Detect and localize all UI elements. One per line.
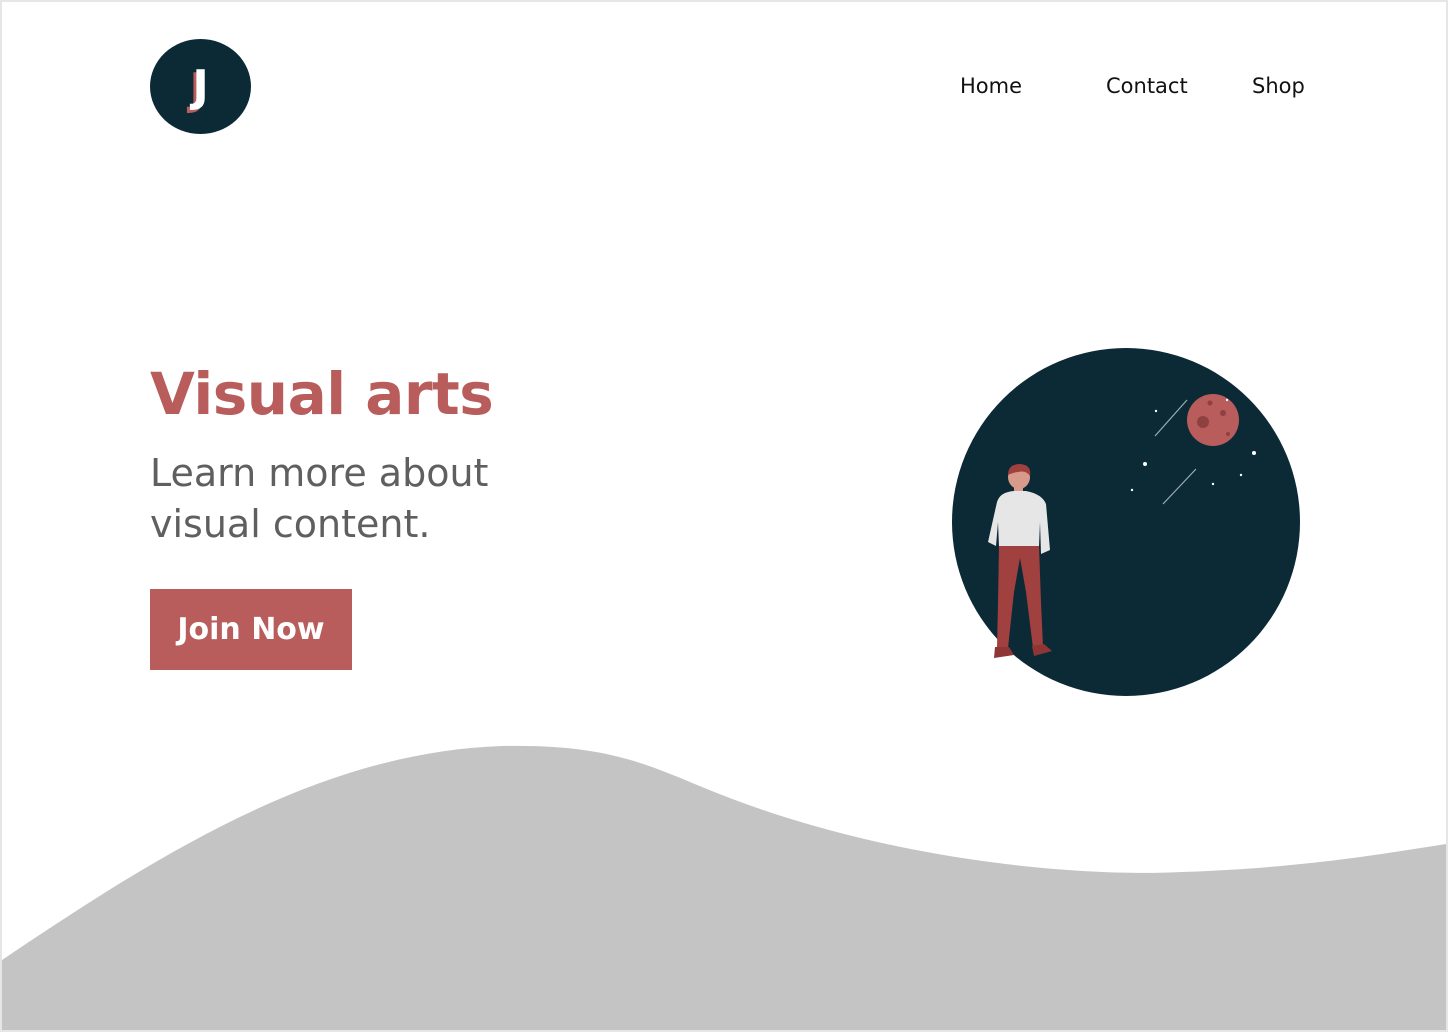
- join-now-button[interactable]: Join Now: [150, 589, 352, 670]
- nav-contact-link[interactable]: Contact: [1106, 74, 1188, 98]
- hero-title: Visual arts: [150, 360, 494, 428]
- nav-home-link[interactable]: Home: [960, 74, 1022, 98]
- hero-subtitle: Learn more about visual content.: [150, 451, 489, 546]
- person-looking-at-space-illustration: [952, 348, 1300, 696]
- moon-icon: [1187, 394, 1239, 446]
- landing-page: J Home Contact Shop Visual arts Learn mo…: [0, 0, 1448, 1032]
- top-nav: Home Contact Shop: [2, 74, 1446, 104]
- nav-shop-link[interactable]: Shop: [1252, 74, 1305, 98]
- background-wave: [2, 745, 1446, 1030]
